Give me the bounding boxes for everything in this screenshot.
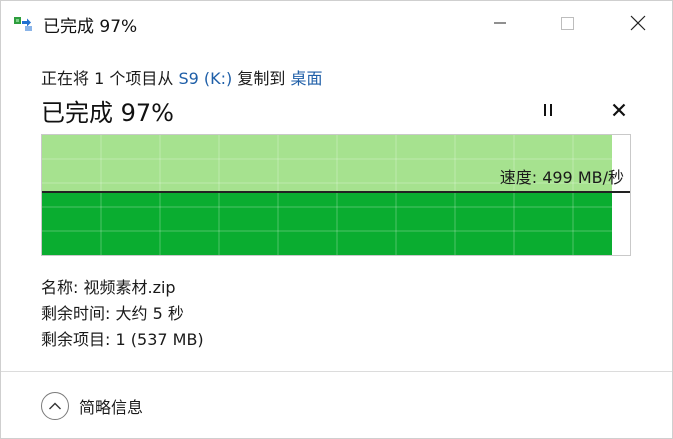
dialog-footer: 简略信息	[1, 372, 672, 438]
time-remaining-row: 剩余时间: 大约 5 秒	[41, 300, 184, 324]
collapse-details-label[interactable]: 简略信息	[79, 394, 143, 418]
window-title: 已完成 97%	[43, 17, 138, 37]
operation-prefix: 正在将 1 个项目从	[41, 69, 179, 88]
file-name-value: 视频素材.zip	[83, 278, 176, 297]
file-copy-icon	[13, 14, 33, 32]
close-button[interactable]	[615, 1, 661, 45]
minimize-icon	[494, 22, 506, 24]
cancel-icon	[612, 103, 626, 117]
items-remaining-row: 剩余项目: 1 (537 MB)	[41, 326, 204, 350]
time-remaining-label: 剩余时间:	[41, 304, 111, 323]
source-link[interactable]: S9 (K:)	[178, 69, 232, 88]
current-speed-line	[42, 191, 630, 193]
maximize-icon	[560, 16, 574, 30]
file-name-label: 名称:	[41, 278, 79, 297]
title-bar[interactable]: 已完成 97%	[1, 1, 672, 45]
items-remaining-label: 剩余项目:	[41, 330, 111, 349]
destination-link[interactable]: 桌面	[290, 69, 322, 88]
minimize-button[interactable]	[477, 1, 523, 45]
maximize-button[interactable]	[544, 1, 590, 45]
speed-label: 速度: 499 MB/秒	[499, 168, 624, 187]
collapse-details-button[interactable]	[41, 392, 69, 420]
time-remaining-value: 大约 5 秒	[115, 304, 184, 323]
operation-middle: 复制到	[232, 69, 291, 88]
operation-description: 正在将 1 个项目从 S9 (K:) 复制到 桌面	[41, 65, 322, 89]
items-remaining-value: 1 (537 MB)	[115, 330, 204, 349]
pause-icon	[544, 104, 552, 116]
copy-dialog-window: 已完成 97% 正在将 1 个项目从 S9 (K:) 复制到 桌面 已完成 97…	[0, 0, 673, 439]
pause-button[interactable]	[535, 99, 561, 121]
close-icon	[630, 15, 646, 31]
progress-headline: 已完成 97%	[41, 99, 174, 127]
chevron-up-icon	[49, 402, 61, 410]
cancel-operation-button[interactable]	[606, 98, 632, 122]
speed-graph: 速度: 499 MB/秒	[41, 134, 631, 256]
file-name-row: 名称: 视频素材.zip	[41, 274, 176, 298]
graph-grid	[42, 135, 630, 255]
